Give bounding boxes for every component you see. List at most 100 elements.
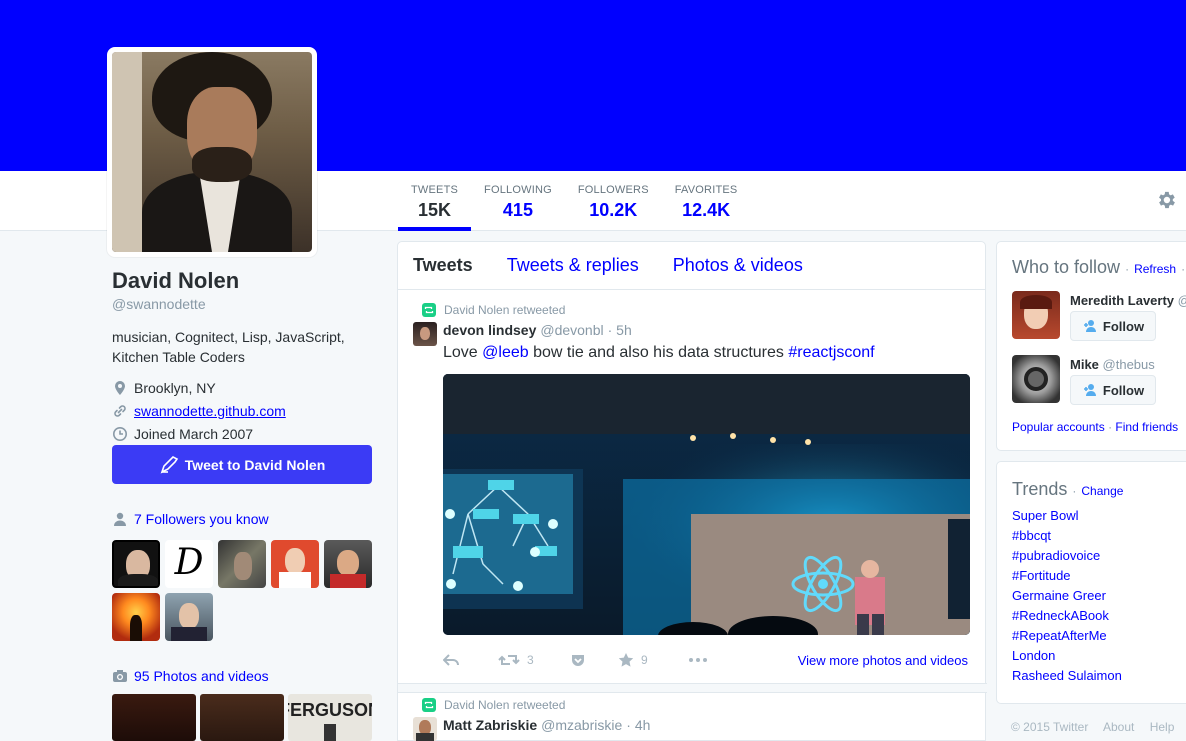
- tweet-hashtag-link[interactable]: #reactjsconf: [788, 344, 874, 361]
- trend-item[interactable]: Germaine Greer: [1012, 588, 1122, 608]
- trend-item[interactable]: #RedneckABook: [1012, 608, 1122, 628]
- find-friends-link[interactable]: Find friends: [1115, 420, 1178, 434]
- joined-text: Joined March 2007: [134, 425, 254, 442]
- stat-favorites[interactable]: FAVORITES 12.4K: [662, 171, 751, 231]
- tab-tweets[interactable]: Tweets: [413, 255, 473, 276]
- follower-avatar[interactable]: [218, 540, 266, 588]
- suggestion-name-text: Mike: [1070, 357, 1099, 372]
- page-footer: © 2015 Twitter About Help: [1011, 720, 1186, 734]
- stat-followers[interactable]: FOLLOWERS 10.2K: [565, 171, 662, 231]
- favorite-button[interactable]: 9: [618, 652, 648, 668]
- retweet-context: David Nolen retweeted: [422, 698, 565, 712]
- stat-value: 415: [502, 200, 533, 220]
- reply-icon[interactable]: [443, 652, 459, 668]
- tweet-author-avatar[interactable]: [413, 322, 437, 346]
- follower-avatar[interactable]: [112, 593, 160, 641]
- trend-item[interactable]: Super Bowl: [1012, 508, 1122, 528]
- location-text: Brooklyn, NY: [134, 379, 216, 396]
- suggestion-avatar[interactable]: [1012, 355, 1060, 403]
- tweet-media-photo[interactable]: [443, 374, 970, 635]
- follow-button[interactable]: Follow: [1070, 375, 1156, 405]
- stat-value: 15K: [418, 200, 452, 220]
- website-link[interactable]: swannodette.github.com: [134, 403, 286, 419]
- photos-videos-link[interactable]: 95 Photos and videos: [112, 668, 269, 684]
- followers-you-know-link[interactable]: 7 Followers you know: [112, 511, 269, 527]
- more-dots-icon[interactable]: [688, 652, 708, 668]
- trends-title: Trends: [1012, 479, 1068, 499]
- tweet-header: Matt Zabriskie @mzabriskie · 4h: [443, 717, 650, 733]
- stat-label: FOLLOWING: [484, 184, 552, 196]
- change-trends-link[interactable]: Change: [1081, 484, 1123, 498]
- tweet-timeline: Tweets Tweets & replies Photos & videos …: [397, 241, 987, 741]
- gear-icon[interactable]: [1155, 189, 1177, 211]
- tab-tweets-replies[interactable]: Tweets & replies: [507, 255, 639, 276]
- follower-avatar[interactable]: [165, 593, 213, 641]
- follower-avatar[interactable]: [112, 540, 160, 588]
- profile-stats: TWEETS 15K FOLLOWING 415 FOLLOWERS 10.2K…: [398, 171, 750, 231]
- suggestion-name[interactable]: Mike @thebus: [1070, 357, 1155, 372]
- suggestion-name[interactable]: Meredith Laverty @: [1070, 293, 1186, 308]
- stat-value: 12.4K: [682, 200, 731, 220]
- view-more-photos-link[interactable]: View more photos and videos: [798, 653, 968, 668]
- popular-accounts-link[interactable]: Popular accounts: [1012, 420, 1105, 434]
- trend-item[interactable]: #Fortitude: [1012, 568, 1122, 588]
- pocket-icon[interactable]: [570, 652, 586, 668]
- profile-handle[interactable]: @swannodette: [112, 296, 374, 312]
- tweet-mention-link[interactable]: @leeb: [482, 344, 529, 361]
- help-link[interactable]: Help: [1150, 720, 1175, 734]
- follow-button[interactable]: Follow: [1070, 311, 1156, 341]
- tweet-author-handle[interactable]: @devonbl: [540, 322, 603, 338]
- about-link[interactable]: About: [1103, 720, 1134, 734]
- tweet-author-name[interactable]: devon lindsey: [443, 322, 536, 338]
- retweet-context-text[interactable]: David Nolen retweeted: [444, 303, 565, 317]
- stat-following[interactable]: FOLLOWING 415: [471, 171, 565, 231]
- stat-value: 10.2K: [589, 200, 638, 220]
- profile-card: David Nolen @swannodette musician, Cogni…: [112, 268, 374, 445]
- profile-name[interactable]: David Nolen: [112, 268, 374, 294]
- retweet-button[interactable]: 3: [498, 652, 534, 668]
- trend-item[interactable]: #bbcqt: [1012, 528, 1122, 548]
- stat-label: FAVORITES: [674, 184, 738, 196]
- tweet-actions: 3 9 View more photos and videos: [443, 650, 978, 670]
- photo-thumbnail[interactable]: FERGUSON: [288, 694, 372, 741]
- tweet-author-avatar[interactable]: [413, 717, 437, 741]
- tweet-separator: [398, 683, 987, 693]
- followers-you-know-label: 7 Followers you know: [134, 511, 269, 527]
- trend-item[interactable]: Rasheed Sulaimon: [1012, 668, 1122, 688]
- trend-item[interactable]: #pubradiovoice: [1012, 548, 1122, 568]
- stat-tweets[interactable]: TWEETS 15K: [398, 171, 472, 231]
- refresh-link[interactable]: Refresh: [1134, 262, 1176, 276]
- follow-label: Follow: [1102, 318, 1145, 334]
- tweet-to-label: Tweet to David Nolen: [184, 456, 326, 473]
- tab-photos-videos[interactable]: Photos & videos: [673, 255, 803, 276]
- camera-icon: [113, 670, 127, 682]
- follow-label: Follow: [1102, 382, 1145, 398]
- photo-thumbnail[interactable]: [112, 694, 196, 741]
- follower-avatar[interactable]: D: [165, 540, 213, 588]
- tweet-author-handle[interactable]: @mzabriskie: [541, 717, 622, 733]
- tweet-to-button[interactable]: Tweet to David Nolen: [112, 445, 372, 484]
- follower-avatar[interactable]: [271, 540, 319, 588]
- follower-avatar[interactable]: [324, 540, 372, 588]
- add-person-icon: [1083, 384, 1096, 396]
- trend-item[interactable]: London: [1012, 648, 1122, 668]
- profile-avatar[interactable]: [107, 47, 317, 257]
- stat-label: TWEETS: [411, 184, 459, 196]
- retweet-context: David Nolen retweeted: [422, 303, 565, 317]
- photos-videos-label: 95 Photos and videos: [134, 668, 269, 684]
- tweet-timestamp[interactable]: · 4h: [626, 717, 650, 733]
- trend-item[interactable]: #RepeatAfterMe: [1012, 628, 1122, 648]
- profile-website: swannodette.github.com: [112, 399, 374, 422]
- suggestion-avatar[interactable]: [1012, 291, 1060, 339]
- who-to-follow-module: Who to follow · Refresh · V Meredith Lav…: [996, 241, 1186, 451]
- photo-thumbnail[interactable]: [200, 694, 284, 741]
- trends-module: Trends · Change Super Bowl #bbcqt #pubra…: [996, 461, 1186, 704]
- retweet-icon: [498, 655, 520, 665]
- tweet-author-name[interactable]: Matt Zabriskie: [443, 717, 537, 733]
- retweet-context-text[interactable]: David Nolen retweeted: [444, 698, 565, 712]
- favorite-count: 9: [641, 653, 648, 667]
- retweet-icon: [422, 698, 436, 712]
- retweet-icon: [422, 303, 436, 317]
- tweet-timestamp[interactable]: · 5h: [608, 322, 632, 338]
- copyright-text: © 2015 Twitter: [1011, 720, 1089, 734]
